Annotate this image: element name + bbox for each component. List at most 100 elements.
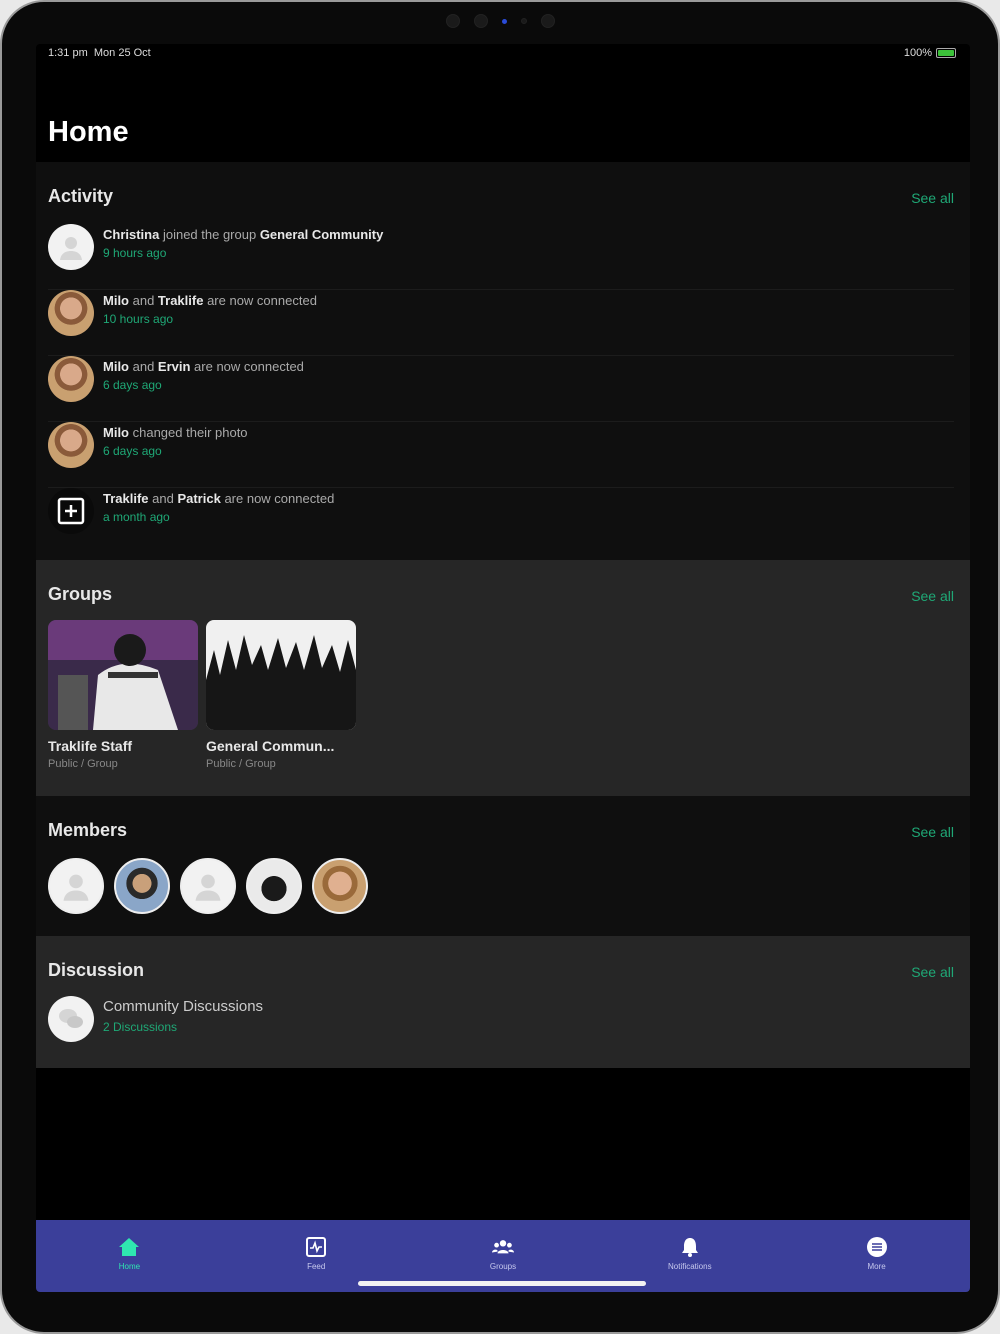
- activity-text: Traklife and Patrick are now connected: [103, 491, 334, 506]
- group-image[interactable]: [206, 620, 356, 730]
- group-name[interactable]: General Commun...: [206, 738, 356, 754]
- activity-verb: joined the group: [159, 227, 260, 242]
- activity-item[interactable]: Traklife and Patrick are now connected a…: [48, 488, 954, 554]
- camera-bar: [2, 12, 998, 30]
- page-title: Home: [48, 116, 129, 148]
- activity-text: Milo and Ervin are now connected: [103, 359, 304, 374]
- member-avatar[interactable]: [246, 858, 302, 914]
- tablet-frame: 1:31 pm Mon 25 Oct 100% Home Activity Se…: [0, 0, 1000, 1334]
- status-battery: 100%: [904, 47, 956, 59]
- activity-actor[interactable]: Traklife: [103, 491, 149, 506]
- sensor-icon: [540, 14, 555, 28]
- activity-time: 6 days ago: [103, 378, 162, 392]
- tab-home[interactable]: Home: [36, 1220, 223, 1292]
- activity-target[interactable]: Ervin: [158, 359, 191, 374]
- activity-text: Milo changed their photo: [103, 425, 248, 440]
- user-icon: [63, 874, 89, 901]
- activity-verb: changed their photo: [129, 425, 248, 440]
- tab-bar: Home Feed Groups Notifications More: [36, 1220, 970, 1292]
- discussion-avatar[interactable]: [48, 996, 94, 1042]
- member-avatar[interactable]: [312, 858, 368, 914]
- tab-label: Notifications: [668, 1262, 712, 1271]
- user-icon: [195, 874, 221, 901]
- group-meta: Public / Group: [206, 758, 276, 770]
- status-time: 1:31 pm Mon 25 Oct: [48, 47, 151, 59]
- avatar[interactable]: [48, 290, 94, 336]
- activity-actor[interactable]: Milo: [103, 425, 129, 440]
- groups-title: Groups: [48, 584, 113, 604]
- activity-target[interactable]: General Community: [260, 227, 384, 242]
- home-indicator[interactable]: [358, 1281, 646, 1286]
- activity-section: Activity See all Christina joined the gr…: [36, 162, 970, 560]
- activity-title: Activity: [48, 186, 114, 206]
- chat-bubbles-icon: [59, 1009, 83, 1028]
- activity-item[interactable]: Christina joined the group General Commu…: [48, 224, 954, 290]
- activity-verb: and: [129, 293, 158, 308]
- bell-icon: [679, 1236, 701, 1258]
- sensor-icon: [445, 14, 460, 28]
- activity-verb: and: [129, 359, 158, 374]
- menu-icon: [866, 1236, 888, 1258]
- group-card[interactable]: Traklife Staff Public / Group: [48, 620, 198, 770]
- avatar[interactable]: [48, 356, 94, 402]
- activity-see-all-link[interactable]: See all: [911, 190, 954, 206]
- activity-tail: are now connected: [220, 491, 335, 506]
- activity-text: Milo and Traklife are now connected: [103, 293, 317, 308]
- avatar[interactable]: [48, 224, 94, 270]
- screen: 1:31 pm Mon 25 Oct 100% Home Activity Se…: [36, 44, 970, 1292]
- member-avatar[interactable]: [114, 858, 170, 914]
- activity-item[interactable]: Milo and Traklife are now connected 10 h…: [48, 290, 954, 356]
- activity-tail: are now connected: [190, 359, 304, 374]
- status-bar: 1:31 pm Mon 25 Oct 100%: [36, 44, 970, 64]
- activity-item[interactable]: Milo changed their photo 6 days ago: [48, 422, 954, 488]
- member-avatar[interactable]: [180, 858, 236, 914]
- activity-time: 6 days ago: [103, 444, 162, 458]
- home-icon: [118, 1236, 140, 1258]
- status-date: Mon 25 Oct: [93, 47, 151, 59]
- battery-icon: [936, 48, 956, 58]
- discussion-title: Discussion: [48, 960, 145, 980]
- group-meta: Public / Group: [48, 758, 118, 770]
- members-see-all-link[interactable]: See all: [911, 824, 954, 840]
- discussion-count: 2 Discussions: [103, 1020, 178, 1034]
- group-card[interactable]: General Commun... Public / Group: [206, 620, 356, 770]
- avatar[interactable]: [48, 488, 94, 534]
- discussion-title-text[interactable]: Community Discussions: [103, 998, 263, 1015]
- activity-time: 10 hours ago: [103, 312, 174, 326]
- user-icon: [60, 237, 82, 260]
- groups-section: Groups See all Traklife Staff Public / G…: [36, 560, 970, 796]
- activity-time: a month ago: [103, 510, 170, 524]
- tab-more[interactable]: More: [783, 1220, 970, 1292]
- activity-item[interactable]: Milo and Ervin are now connected 6 days …: [48, 356, 954, 422]
- activity-tail: are now connected: [203, 293, 317, 308]
- battery-percent: 100%: [903, 47, 932, 59]
- groups-icon: [491, 1236, 514, 1258]
- camera-icon: [473, 14, 488, 28]
- group-name[interactable]: Traklife Staff: [48, 738, 198, 754]
- group-image[interactable]: [48, 620, 198, 730]
- activity-target[interactable]: Patrick: [177, 491, 220, 506]
- groups-see-all-link[interactable]: See all: [911, 588, 954, 604]
- member-list: [48, 858, 368, 914]
- activity-time: 9 hours ago: [103, 246, 167, 260]
- tab-label: More: [867, 1262, 886, 1271]
- activity-actor[interactable]: Milo: [103, 293, 129, 308]
- discussion-section: Discussion See all Community Discussions…: [36, 936, 970, 1068]
- activity-actor[interactable]: Christina: [103, 227, 159, 242]
- activity-verb: and: [148, 491, 178, 506]
- feed-icon: [305, 1236, 327, 1258]
- activity-target[interactable]: Traklife: [158, 293, 204, 308]
- tab-label: Groups: [489, 1262, 517, 1271]
- sensor-icon: [520, 18, 527, 24]
- avatar[interactable]: [48, 422, 94, 468]
- status-time-text: 1:31 pm: [48, 47, 88, 59]
- plus-square-icon: [57, 497, 85, 525]
- members-section: Members See all: [36, 796, 970, 936]
- activity-text: Christina joined the group General Commu…: [103, 227, 383, 242]
- camera-indicator-icon: [501, 18, 507, 24]
- activity-actor[interactable]: Milo: [103, 359, 129, 374]
- discussion-see-all-link[interactable]: See all: [911, 964, 954, 980]
- member-avatar[interactable]: [48, 858, 104, 914]
- tab-label: Feed: [307, 1262, 326, 1271]
- members-title: Members: [48, 820, 128, 840]
